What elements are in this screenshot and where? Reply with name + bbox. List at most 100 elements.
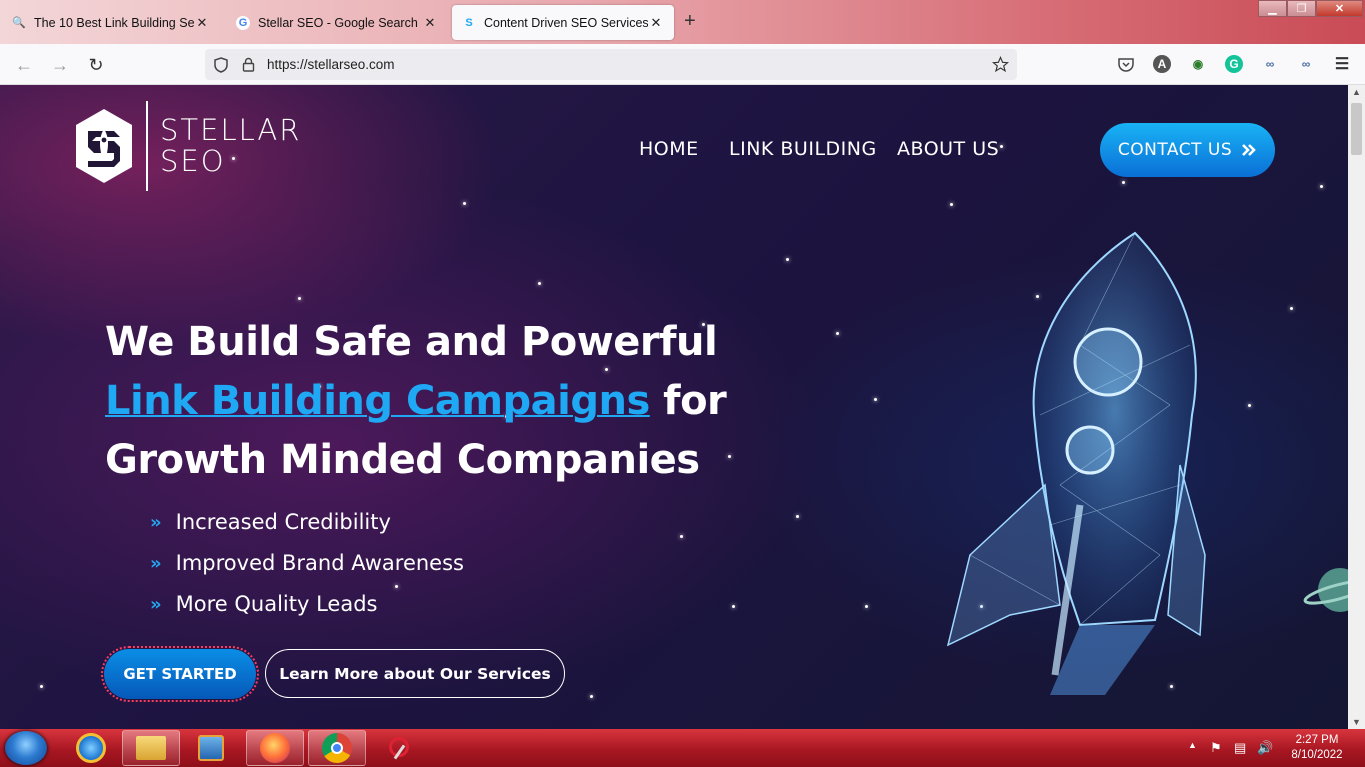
scroll-up-arrow-icon[interactable]: ▲ [1348,87,1365,97]
new-tab-button[interactable]: + [684,10,696,33]
logo-text: STELLAR SEO [160,115,301,177]
media-player-icon[interactable] [182,730,240,766]
browser-tab[interactable]: 🔍 The 10 Best Link Building Servic ✕ [2,5,220,40]
star [874,398,877,401]
lock-icon[interactable] [242,57,255,72]
browser-toolbar: ← → ↻ https://stellarseo.com A ◉ G ∞ ∞ ☰ [0,44,1365,85]
benefit-text: Increased Credibility [175,510,391,534]
back-arrow-icon[interactable]: ← [12,53,36,77]
benefit-item: » Improved Brand Awareness [150,551,464,575]
chevron-right-icon: » [150,511,162,533]
scroll-down-arrow-icon[interactable]: ▼ [1348,717,1365,727]
headline-line-3: Growth Minded Companies [105,437,700,483]
volume-icon[interactable]: 🔊 [1257,740,1273,756]
minimize-button[interactable]: ▁ [1258,0,1287,17]
hero-section: STELLAR SEO HOME LINK BUILDING ABOUT US … [0,85,1348,729]
windows-taskbar: ▲ ⚑ ▤ 🔊 2:27 PM 8/10/2022 [0,729,1365,767]
site-logo[interactable]: STELLAR SEO [74,101,301,191]
benefit-text: More Quality Leads [175,592,378,616]
star [732,605,735,608]
star [1000,145,1003,148]
shield-icon[interactable] [214,57,228,73]
clock-date: 8/10/2022 [1291,749,1343,761]
tab-title: Stellar SEO - Google Search [258,15,418,30]
benefit-item: » More Quality Leads [150,592,377,616]
chrome-icon[interactable] [308,730,366,766]
link-extension-icon[interactable]: ∞ [1261,55,1279,73]
internet-explorer-icon[interactable] [62,730,120,766]
logo-divider [146,101,148,191]
benefit-item: » Increased Credibility [150,510,391,534]
browser-tab-active[interactable]: S Content Driven SEO Services | St ✕ [452,5,674,40]
action-center-flag-icon[interactable]: ⚑ [1210,740,1222,756]
start-button[interactable] [5,731,47,765]
headline-line-2-rest: for [649,378,727,424]
close-tab-icon[interactable]: ✕ [194,15,210,31]
rocket-hexagon-logo-icon [76,109,132,183]
star [298,297,301,300]
network-icon[interactable]: ▤ [1234,740,1246,756]
learn-more-button[interactable]: Learn More about Our Services [265,649,565,698]
close-tab-icon[interactable]: ✕ [648,15,664,31]
search-favicon-icon: 🔍 [12,17,26,29]
get-started-button[interactable]: GET STARTED [101,646,259,702]
star [786,258,789,261]
hero-headline: We Build Safe and Powerful Link Building… [105,313,727,490]
browser-tab-strip: 🔍 The 10 Best Link Building Servic ✕ G S… [0,0,1365,44]
browser-tab[interactable]: G Stellar SEO - Google Search ✕ [226,5,448,40]
show-hidden-icons-icon[interactable]: ▲ [1188,740,1197,750]
window-controls: ▁ ❐ ✕ [1258,0,1363,17]
firefox-icon[interactable] [246,730,304,766]
star [865,605,868,608]
clock-time: 2:27 PM [1295,734,1339,746]
snipping-tool-icon[interactable] [370,730,428,766]
star [728,455,731,458]
chevron-right-icon: » [150,552,162,574]
headline-highlight-link[interactable]: Link Building Campaigns [105,378,650,424]
star [680,535,683,538]
star [1122,181,1125,184]
bookmark-star-icon[interactable] [992,56,1009,73]
stellar-favicon-icon: S [465,16,473,29]
contact-label: CONTACT US [1117,140,1233,160]
brand-line-1: STELLAR [160,113,302,147]
star [836,332,839,335]
grammarly-icon[interactable]: G [1225,55,1243,73]
headline-line-2: Link Building Campaigns for [105,372,727,431]
star [395,585,398,588]
nav-about-us[interactable]: ABOUT US [897,138,999,160]
maximize-button[interactable]: ❐ [1287,0,1316,17]
star [1290,307,1293,310]
address-bar[interactable]: https://stellarseo.com [205,49,1017,80]
star [590,695,593,698]
rocket-illustration-icon [946,231,1206,695]
brand-line-2: SEO [160,144,226,178]
page-scrollbar[interactable]: ▲ ▼ [1348,85,1365,729]
close-window-button[interactable]: ✕ [1316,0,1363,17]
planet-icon [1303,568,1348,612]
forward-arrow-icon[interactable]: → [48,53,72,77]
menu-icon[interactable]: ☰ [1333,55,1351,73]
close-tab-icon[interactable]: ✕ [422,15,438,31]
url-text[interactable]: https://stellarseo.com [267,57,395,72]
star [463,202,466,205]
globe-extension-icon[interactable]: ◉ [1189,55,1207,73]
benefit-text: Improved Brand Awareness [175,551,464,575]
account-icon[interactable]: A [1153,55,1171,73]
nav-home[interactable]: HOME [639,138,699,160]
pocket-icon[interactable] [1117,55,1135,73]
google-favicon-icon: G [236,15,250,30]
tab-title: The 10 Best Link Building Servic [34,15,194,30]
file-explorer-icon[interactable] [122,730,180,766]
star [538,282,541,285]
star [796,515,799,518]
system-clock[interactable]: 2:27 PM 8/10/2022 [1282,733,1352,763]
star [950,203,953,206]
reload-icon[interactable]: ↻ [84,53,108,77]
contact-us-button[interactable]: CONTACT US [1100,123,1275,177]
double-chevron-right-icon [1242,144,1256,156]
scrollbar-thumb[interactable] [1351,103,1362,155]
star [1248,404,1251,407]
link-extension-icon[interactable]: ∞ [1297,55,1315,73]
nav-link-building[interactable]: LINK BUILDING [729,138,877,160]
